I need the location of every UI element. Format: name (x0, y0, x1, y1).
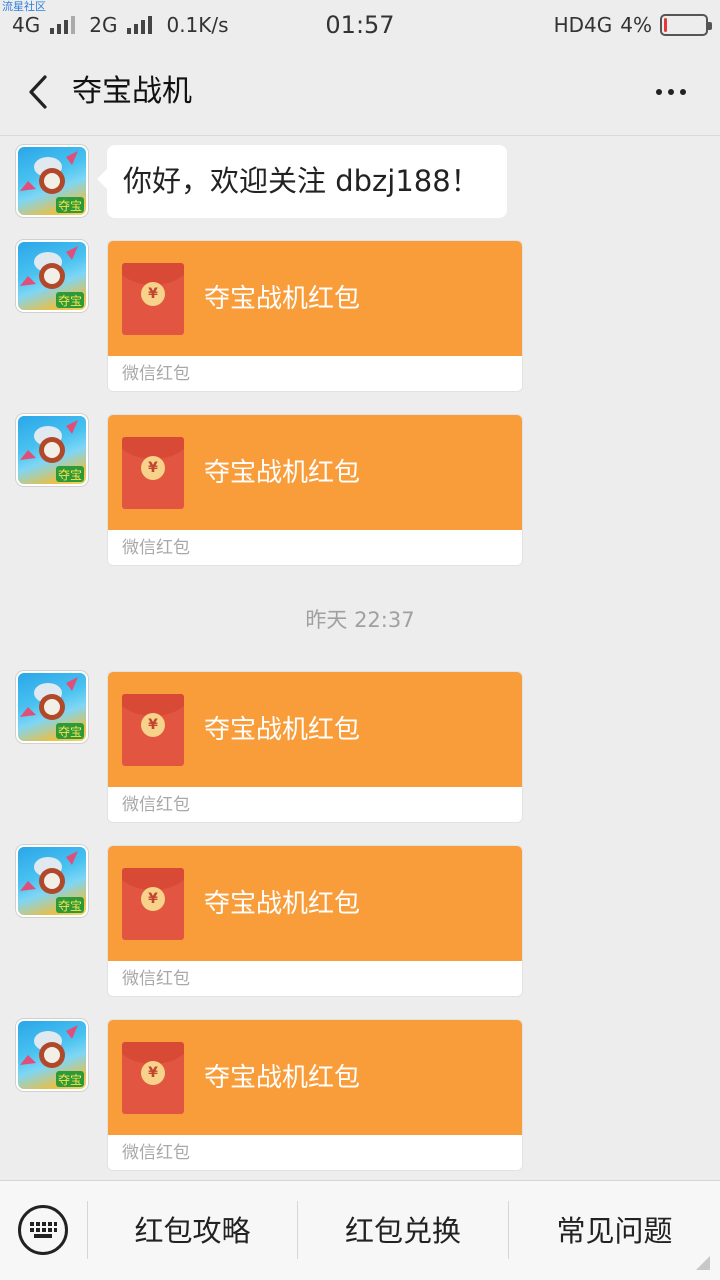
red-packet-footer: 微信红包 (108, 530, 522, 565)
chevron-left-icon (29, 75, 47, 109)
svg-text:夺宝: 夺宝 (58, 468, 82, 482)
corner-indicator-icon (696, 1256, 710, 1270)
svg-text:夺宝: 夺宝 (58, 899, 82, 913)
svg-text:夺宝: 夺宝 (58, 725, 82, 739)
menu-item-exchange[interactable]: 红包兑换 (298, 1207, 508, 1255)
game-logo-icon: 夺宝 (20, 1025, 84, 1087)
keyboard-toggle-button[interactable] (18, 1205, 68, 1255)
more-button[interactable] (646, 74, 696, 110)
red-packet-message[interactable]: ¥ 夺宝战机红包 微信红包 (107, 845, 523, 997)
game-logo-icon: 夺宝 (20, 851, 84, 913)
svg-text:夺宝: 夺宝 (58, 1073, 82, 1087)
back-button[interactable] (18, 70, 58, 114)
svg-text:夺宝: 夺宝 (58, 199, 82, 213)
avatar[interactable]: 夺宝 (16, 845, 88, 917)
red-packet-title: 夺宝战机红包 (204, 715, 361, 745)
battery-fill (664, 18, 667, 32)
hd-label: HD4G (553, 13, 613, 37)
page-title: 夺宝战机 (72, 74, 192, 109)
red-envelope-icon: ¥ (122, 1042, 184, 1114)
red-packet-body: ¥ 夺宝战机红包 (108, 1020, 522, 1135)
coin-icon: ¥ (141, 456, 165, 480)
red-packet-footer: 微信红包 (108, 356, 522, 391)
red-packet-body: ¥ 夺宝战机红包 (108, 672, 522, 787)
red-packet-title: 夺宝战机红包 (204, 284, 361, 314)
coin-icon: ¥ (141, 1061, 165, 1085)
avatar[interactable]: 夺宝 (16, 240, 88, 312)
svg-text:夺宝: 夺宝 (58, 294, 82, 308)
nav-bar: 夺宝战机 (0, 50, 720, 136)
status-right: HD4G 4% (553, 10, 712, 40)
menu-item-guide[interactable]: 红包攻略 (88, 1207, 297, 1255)
battery-icon (660, 14, 712, 36)
avatar[interactable]: 夺宝 (16, 671, 88, 743)
avatar[interactable]: 夺宝 (16, 414, 88, 486)
red-packet-body: ¥ 夺宝战机红包 (108, 415, 522, 530)
bottom-menu: 红包攻略 红包兑换 常见问题 (0, 1180, 720, 1280)
message-timestamp: 昨天 22:37 (305, 608, 415, 632)
keyboard-icon (30, 1222, 57, 1238)
red-packet-message[interactable]: ¥ 夺宝战机红包 微信红包 (107, 240, 523, 392)
red-envelope-icon: ¥ (122, 868, 184, 940)
coin-icon: ¥ (141, 282, 165, 306)
red-packet-body: ¥ 夺宝战机红包 (108, 241, 522, 356)
coin-icon: ¥ (141, 713, 165, 737)
red-envelope-icon: ¥ (122, 263, 184, 335)
battery-percent: 4% (620, 13, 652, 37)
red-packet-title: 夺宝战机红包 (204, 889, 361, 919)
red-packet-title: 夺宝战机红包 (204, 458, 361, 488)
coin-icon: ¥ (141, 887, 165, 911)
red-envelope-icon: ¥ (122, 694, 184, 766)
menu-item-faq[interactable]: 常见问题 (509, 1207, 720, 1255)
red-packet-body: ¥ 夺宝战机红包 (108, 846, 522, 961)
game-logo-icon: 夺宝 (20, 246, 84, 308)
red-packet-footer: 微信红包 (108, 961, 522, 996)
game-logo-icon: 夺宝 (20, 677, 84, 739)
game-logo-icon: 夺宝 (20, 151, 84, 213)
more-dots-icon (656, 89, 662, 95)
game-logo-icon: 夺宝 (20, 420, 84, 482)
red-packet-message[interactable]: ¥ 夺宝战机红包 微信红包 (107, 1019, 523, 1171)
red-packet-message[interactable]: ¥ 夺宝战机红包 微信红包 (107, 671, 523, 823)
red-packet-footer: 微信红包 (108, 1135, 522, 1170)
greeting-message[interactable]: 你好，欢迎关注 dbzj188！ (97, 145, 507, 218)
avatar[interactable]: 夺宝 (16, 1019, 88, 1091)
red-packet-title: 夺宝战机红包 (204, 1063, 361, 1093)
status-bar: 流星社区 4G 2G 0.1K/s 01:57 HD4G 4% (0, 0, 720, 50)
red-packet-message[interactable]: ¥ 夺宝战机红包 微信红包 (107, 414, 523, 566)
avatar[interactable]: 夺宝 (16, 145, 88, 217)
red-packet-footer: 微信红包 (108, 787, 522, 822)
red-envelope-icon: ¥ (122, 437, 184, 509)
